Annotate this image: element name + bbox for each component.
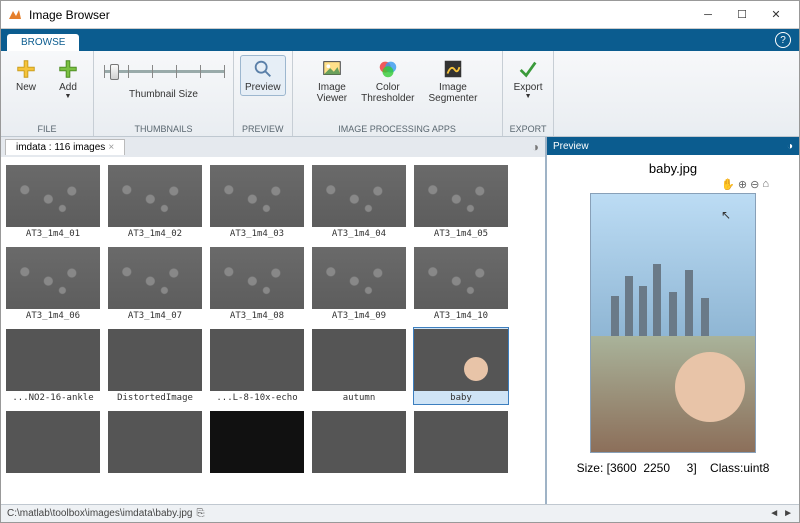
pan-icon[interactable]: ✋ xyxy=(721,178,735,191)
image-segmenter-icon xyxy=(442,58,464,80)
thumbnail-grid[interactable]: AT3_1m4_01 AT3_1m4_02 AT3_1m4_03 AT3_1m4… xyxy=(1,157,545,504)
list-item[interactable] xyxy=(5,409,101,475)
color-thresholder-icon xyxy=(377,58,399,80)
table-row xyxy=(5,409,541,475)
scroll-left-icon[interactable]: ◄ xyxy=(769,508,779,519)
table-row: AT3_1m4_06 AT3_1m4_07 AT3_1m4_08 AT3_1m4… xyxy=(5,245,541,323)
window-title: Image Browser xyxy=(29,8,691,22)
thumb-echo[interactable]: ...L-8-10x-echo xyxy=(209,327,305,405)
help-icon[interactable]: ? xyxy=(775,32,791,48)
preview-title: Preview xyxy=(553,141,589,152)
plus-yellow-icon xyxy=(15,58,37,80)
preview-metadata: Size: [3600 2250 3] Class:uint8 xyxy=(577,461,770,475)
add-button[interactable]: Add ▼ xyxy=(49,55,87,103)
home-icon[interactable]: ⌂ xyxy=(762,178,769,191)
image-viewer-icon xyxy=(321,58,343,80)
list-item[interactable] xyxy=(311,409,407,475)
preview-toggle-button[interactable]: Preview xyxy=(240,55,286,96)
matlab-icon xyxy=(7,7,23,23)
status-path: C:\matlab\toolbox\images\imdata\baby.jpg xyxy=(7,508,192,519)
ribbon-group-thumbnails: Thumbnail Size THUMBNAILS xyxy=(94,51,234,136)
ribbon-group-apps: Image Viewer Color Thresholder Image Seg… xyxy=(293,51,503,136)
dropdown-caret-icon: ▼ xyxy=(65,93,72,100)
thumb-at3-06[interactable]: AT3_1m4_06 xyxy=(5,245,101,323)
ribbon: New Add ▼ FILE Thumbnail Size THUMBNAILS xyxy=(1,51,799,137)
thumb-at3-05[interactable]: AT3_1m4_05 xyxy=(413,163,509,241)
preview-titlebar: Preview ◑ xyxy=(547,137,799,155)
list-item[interactable] xyxy=(413,409,509,475)
new-button[interactable]: New xyxy=(7,55,45,96)
scroll-right-icon[interactable]: ► xyxy=(783,508,793,519)
close-button[interactable]: ✕ xyxy=(759,4,793,26)
magnifier-icon xyxy=(252,58,274,80)
image-viewer-button[interactable]: Image Viewer xyxy=(312,55,352,107)
thumbnail-size-slider[interactable] xyxy=(104,59,224,83)
thumb-at3-09[interactable]: AT3_1m4_09 xyxy=(311,245,407,323)
thumb-at3-03[interactable]: AT3_1m4_03 xyxy=(209,163,305,241)
preview-pane: Preview ◑ baby.jpg ✋ ⊕ ⊖ ⌂ ↖ xyxy=(547,137,799,504)
thumb-distorted[interactable]: DistortedImage xyxy=(107,327,203,405)
minimize-button[interactable]: ─ xyxy=(691,4,725,26)
titlebar: Image Browser ─ ☐ ✕ xyxy=(1,1,799,29)
image-segmenter-button[interactable]: Image Segmenter xyxy=(423,55,482,107)
table-row: ...NO2-16-ankle DistortedImage ...L-8-10… xyxy=(5,327,541,405)
pane-options-icon[interactable]: ◑ xyxy=(532,140,539,154)
preview-toolbar: ✋ ⊕ ⊖ ⌂ xyxy=(721,178,769,191)
thumbnail-pane: imdata : 116 images × ◑ AT3_1m4_01 AT3_1… xyxy=(1,137,547,504)
thumb-autumn[interactable]: autumn xyxy=(311,327,407,405)
document-tab[interactable]: imdata : 116 images × xyxy=(5,139,125,155)
status-bar: C:\matlab\toolbox\images\imdata\baby.jpg… xyxy=(1,504,799,522)
plus-green-icon xyxy=(57,58,79,80)
list-item[interactable] xyxy=(209,409,305,475)
export-button[interactable]: Export ▼ xyxy=(509,55,548,103)
tab-browse[interactable]: BROWSE xyxy=(7,34,79,51)
zoom-in-icon[interactable]: ⊕ xyxy=(738,178,747,191)
document-tabbar: imdata : 116 images × ◑ xyxy=(1,137,545,157)
tab-close-icon[interactable]: × xyxy=(108,142,114,153)
ribbon-group-file: New Add ▼ FILE xyxy=(1,51,94,136)
thumb-at3-10[interactable]: AT3_1m4_10 xyxy=(413,245,509,323)
thumb-at3-07[interactable]: AT3_1m4_07 xyxy=(107,245,203,323)
ribbon-group-export: Export ▼ EXPORT xyxy=(503,51,555,136)
content-area: imdata : 116 images × ◑ AT3_1m4_01 AT3_1… xyxy=(1,137,799,504)
thumb-baby[interactable]: baby xyxy=(413,327,509,405)
pane-options-icon[interactable]: ◑ xyxy=(787,141,793,152)
thumb-at3-08[interactable]: AT3_1m4_08 xyxy=(209,245,305,323)
preview-filename: baby.jpg xyxy=(649,161,697,176)
copy-path-icon[interactable]: ⎘ xyxy=(196,508,204,519)
ribbon-group-preview: Preview PREVIEW xyxy=(234,51,293,136)
color-thresholder-button[interactable]: Color Thresholder xyxy=(356,55,419,107)
list-item[interactable] xyxy=(107,409,203,475)
cursor-icon: ↖ xyxy=(721,208,731,222)
thumb-at3-04[interactable]: AT3_1m4_04 xyxy=(311,163,407,241)
thumb-at3-02[interactable]: AT3_1m4_02 xyxy=(107,163,203,241)
slider-knob[interactable] xyxy=(110,64,119,80)
maximize-button[interactable]: ☐ xyxy=(725,4,759,26)
preview-image[interactable]: ↖ xyxy=(590,193,756,453)
zoom-out-icon[interactable]: ⊖ xyxy=(750,178,759,191)
dropdown-caret-icon: ▼ xyxy=(525,93,532,100)
ribbon-tabstrip: BROWSE ? xyxy=(1,29,799,51)
thumb-ankle[interactable]: ...NO2-16-ankle xyxy=(5,327,101,405)
thumb-at3-01[interactable]: AT3_1m4_01 xyxy=(5,163,101,241)
table-row: AT3_1m4_01 AT3_1m4_02 AT3_1m4_03 AT3_1m4… xyxy=(5,163,541,241)
export-check-icon xyxy=(517,58,539,80)
